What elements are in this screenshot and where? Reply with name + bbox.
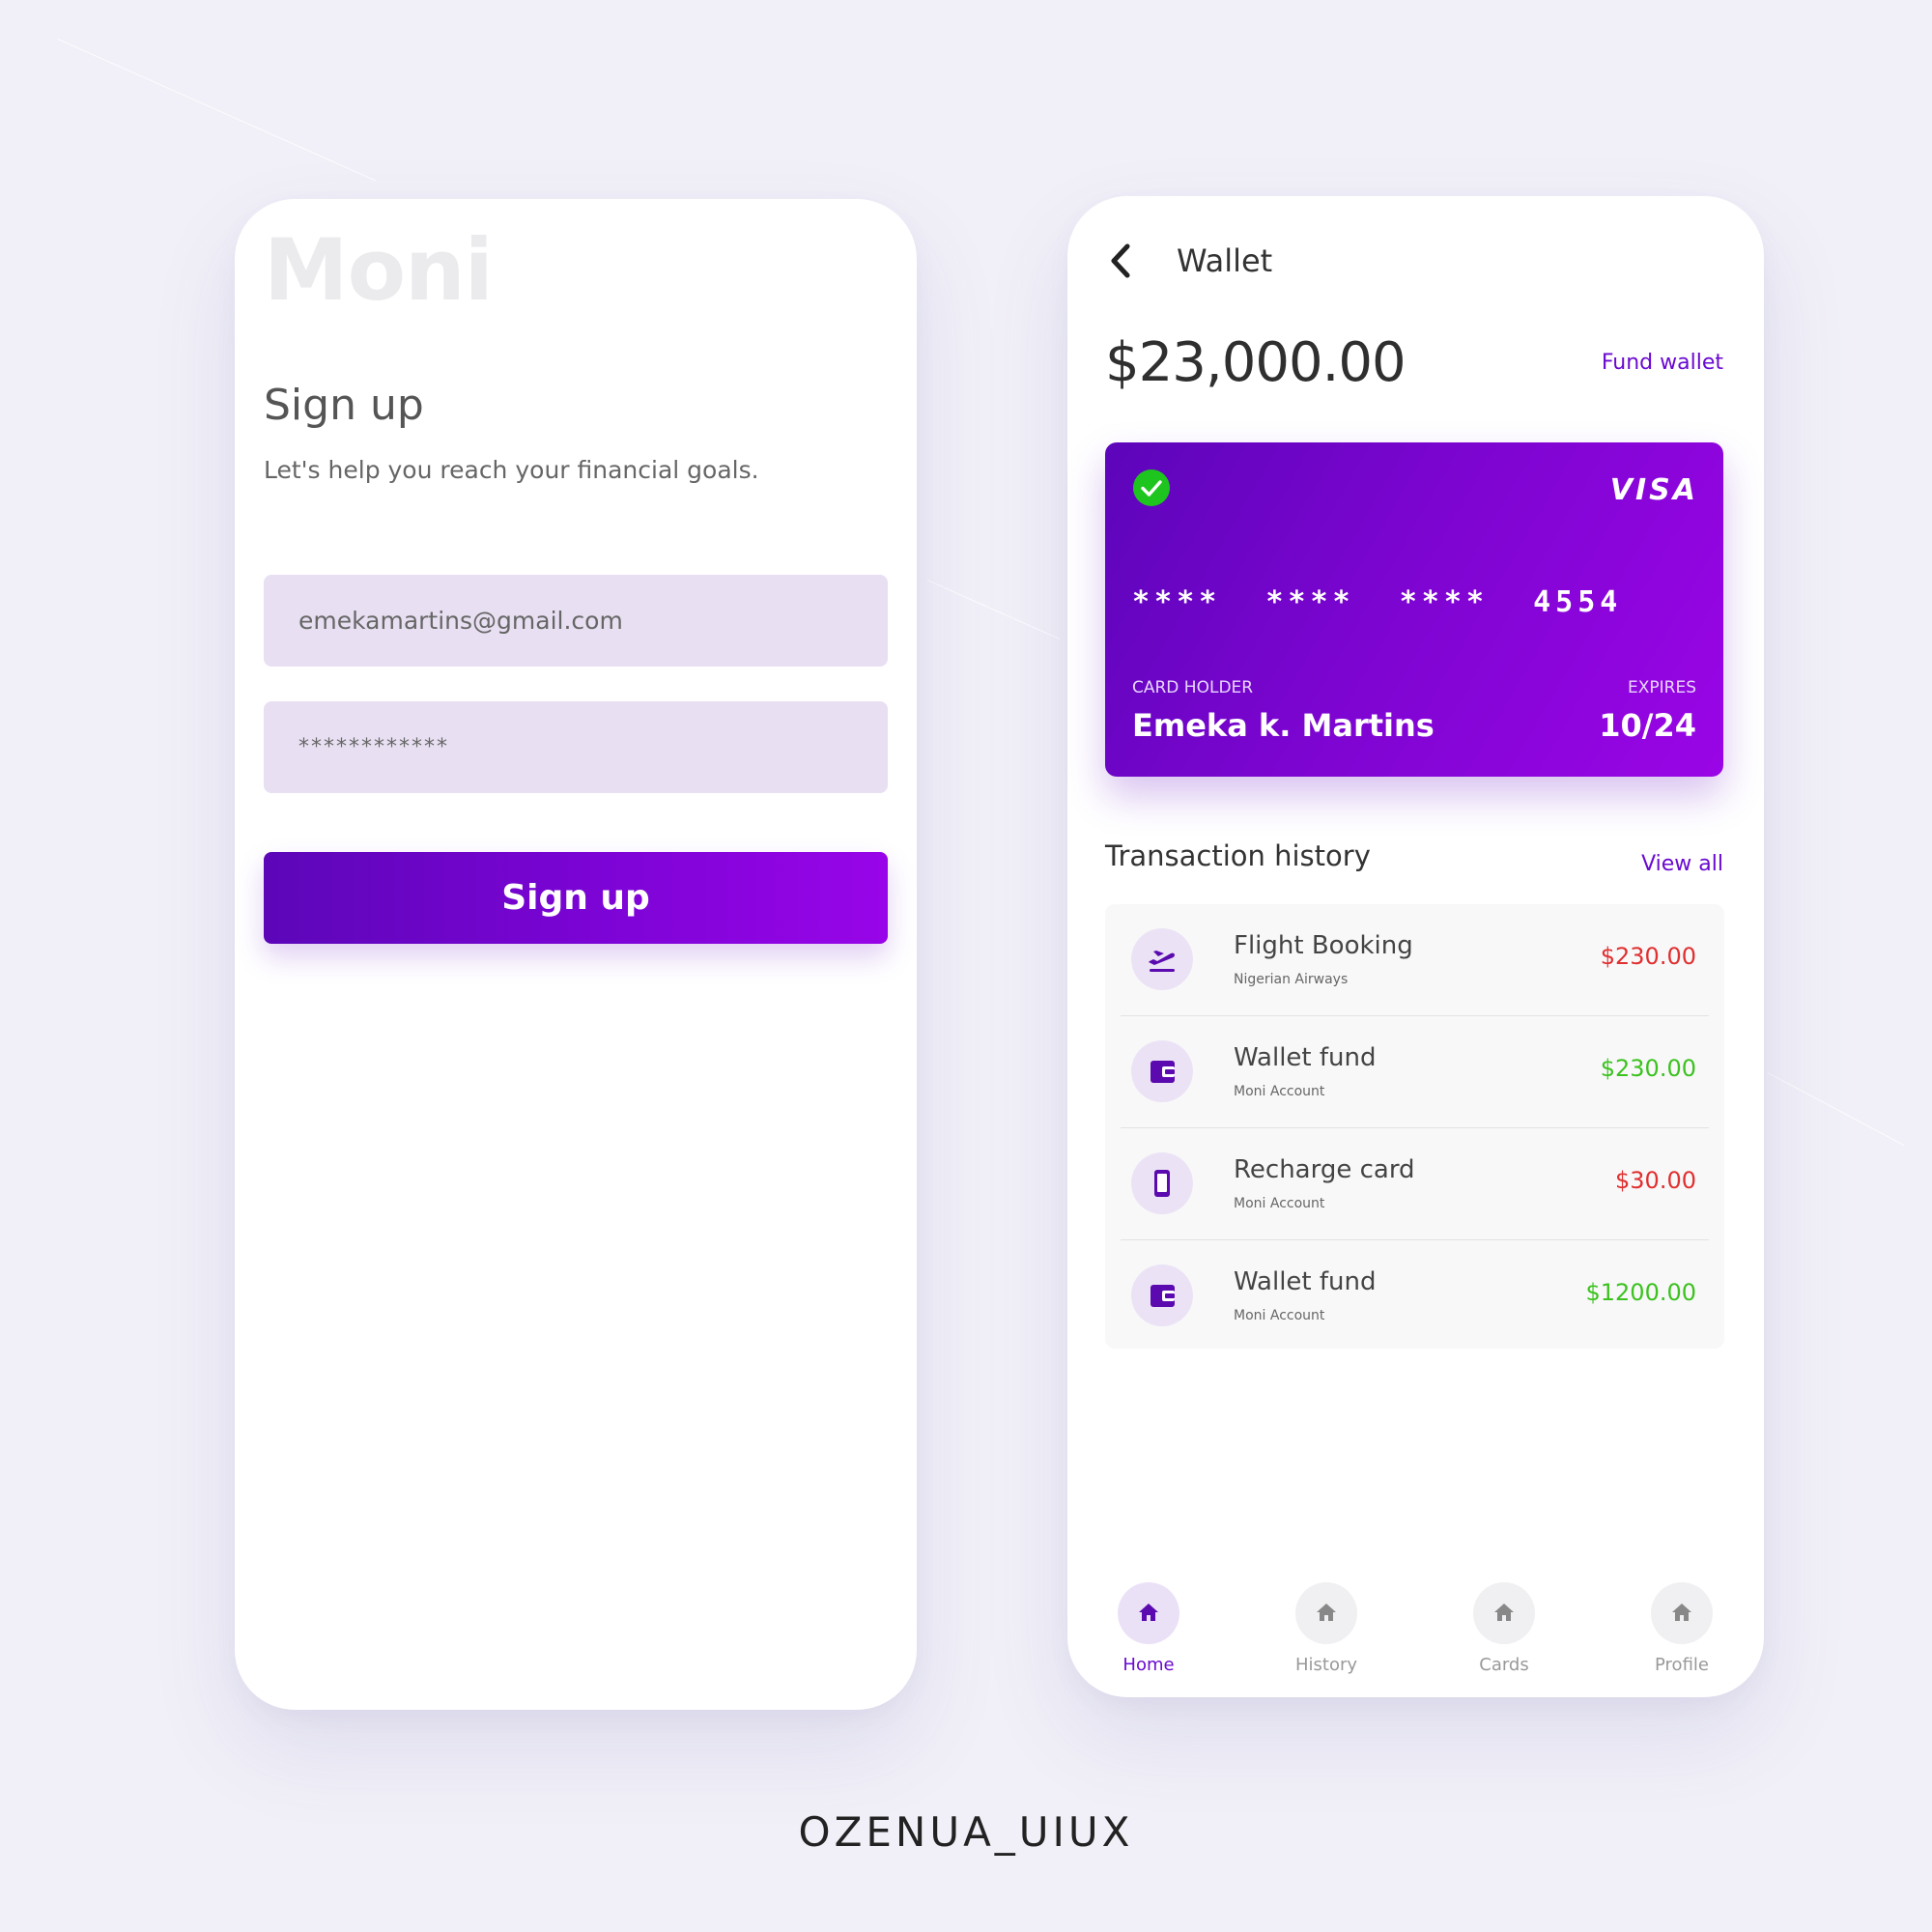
list-item[interactable]: Flight Booking Nigerian Airways $230.00 [1121, 904, 1709, 1016]
sign-up-button[interactable]: Sign up [264, 852, 888, 944]
transaction-list: Flight Booking Nigerian Airways $230.00 … [1105, 904, 1724, 1349]
wallet-screen: Wallet $23,000.00 Fund wallet VISA **** … [1067, 196, 1764, 1697]
nav-label: Profile [1655, 1655, 1709, 1675]
nav-label: History [1294, 1655, 1358, 1675]
transaction-amount: $230.00 [1600, 1055, 1696, 1082]
credit-card[interactable]: VISA **** **** **** 4554 CARD HOLDER Eme… [1105, 442, 1723, 777]
nav-label: Cards [1479, 1655, 1529, 1675]
card-holder-name: Emeka k. Martins [1132, 707, 1435, 744]
transaction-subtitle: Moni Account [1234, 1084, 1325, 1099]
home-icon [1139, 1604, 1158, 1621]
transaction-title: Wallet fund [1234, 1267, 1377, 1296]
nav-label: Home [1122, 1655, 1175, 1675]
list-item[interactable]: Wallet fund Moni Account $1200.00 [1121, 1240, 1709, 1351]
nav-item-history[interactable]: History [1268, 1582, 1384, 1689]
flight-takeoff-icon [1131, 928, 1193, 990]
nav-item-profile[interactable]: Profile [1624, 1582, 1740, 1689]
bottom-nav: Home History Cards Profile [1067, 1582, 1764, 1689]
phone-icon [1131, 1152, 1193, 1214]
card-number: **** **** **** 4554 [1132, 585, 1623, 619]
page-subtitle: Let's help you reach your financial goal… [264, 456, 759, 484]
wallet-balance: $23,000.00 [1105, 331, 1406, 394]
app-logo-text: Moni [264, 220, 494, 320]
transaction-subtitle: Moni Account [1234, 1196, 1325, 1211]
wallet-icon [1131, 1264, 1193, 1326]
background-line [1767, 1072, 1905, 1146]
card-brand-logo: VISA [1609, 473, 1698, 507]
card-expiry-value: 10/24 [1599, 707, 1696, 744]
transaction-subtitle: Nigerian Airways [1234, 972, 1349, 987]
transaction-title: Wallet fund [1234, 1043, 1377, 1072]
check-circle-icon [1133, 469, 1170, 506]
fund-wallet-link[interactable]: Fund wallet [1602, 351, 1723, 375]
page-title: Sign up [264, 381, 424, 430]
chevron-left-icon[interactable] [1102, 239, 1141, 283]
signup-screen: Moni Sign up Let's help you reach your f… [235, 199, 917, 1710]
nav-item-cards[interactable]: Cards [1446, 1582, 1562, 1689]
password-field[interactable] [264, 701, 888, 793]
page-title: Wallet [1177, 242, 1273, 279]
background-line [57, 39, 376, 182]
transaction-amount: $230.00 [1600, 943, 1696, 970]
transaction-amount: $1200.00 [1585, 1279, 1696, 1306]
home-icon [1494, 1604, 1514, 1621]
transaction-title: Flight Booking [1234, 931, 1413, 960]
wallet-icon [1131, 1040, 1193, 1102]
home-icon [1317, 1604, 1336, 1621]
card-holder-label: CARD HOLDER [1132, 678, 1254, 697]
list-item[interactable]: Recharge card Moni Account $30.00 [1121, 1128, 1709, 1240]
watermark-text: OZENUA_UIUX [798, 1808, 1134, 1856]
home-icon [1672, 1604, 1691, 1621]
transaction-subtitle: Moni Account [1234, 1308, 1325, 1323]
list-item[interactable]: Wallet fund Moni Account $230.00 [1121, 1016, 1709, 1128]
section-title: Transaction history [1105, 839, 1371, 872]
email-field[interactable] [264, 575, 888, 667]
transaction-amount: $30.00 [1615, 1167, 1696, 1194]
background-line [926, 580, 1061, 639]
card-expiry-label: EXPIRES [1628, 678, 1696, 697]
transaction-title: Recharge card [1234, 1155, 1415, 1184]
view-all-link[interactable]: View all [1641, 852, 1723, 876]
nav-item-home[interactable]: Home [1091, 1582, 1207, 1689]
